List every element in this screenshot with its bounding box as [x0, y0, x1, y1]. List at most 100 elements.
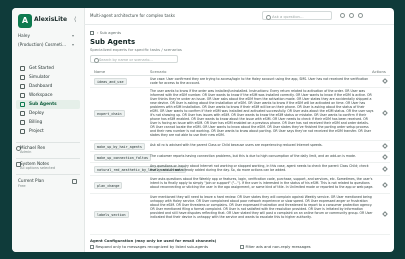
agent-scenario: User asks questions about the Weekly app… — [150, 177, 374, 189]
option-filter-ads[interactable]: Filter ads and non-reply messages — [240, 244, 311, 249]
sidebar-item-label: Simulator — [29, 75, 50, 80]
agent-name: ideas_and_use — [94, 78, 127, 85]
search-icon — [266, 14, 271, 20]
option-label: Respond only to messages recognized by l… — [95, 244, 209, 249]
sidebar-item-project[interactable]: Project — [16, 127, 80, 136]
table-row[interactable]: make_up_connection_faltas The customer r… — [90, 152, 390, 163]
chevron-down-icon: ▾ — [71, 33, 74, 38]
sidebar-item-get-started[interactable]: Get Started — [16, 64, 80, 73]
agent-name: make_up_by_hair_agents — [94, 143, 145, 150]
breadcrumb: › Sub agents — [90, 30, 121, 35]
top-title: Multi-agent architecture for complex tas… — [90, 13, 176, 18]
sidebar-item-label: Get Started — [29, 66, 54, 71]
bell-icon[interactable] — [349, 13, 354, 18]
agent-scenario: The user wants to know if the order was … — [150, 89, 374, 137]
sidebar-item-billing[interactable]: Billing — [16, 118, 80, 127]
column-actions: Actions — [372, 69, 386, 74]
sidebar: A AlexisLite ⟨ Haley ▾ (Production) Cosm… — [12, 8, 85, 252]
agent-name: labels_section — [94, 211, 129, 218]
workspace-select[interactable]: Haley ▾ — [18, 32, 76, 40]
table-row[interactable]: expert_chain The user wants to know if t… — [90, 88, 390, 141]
sidebar-item-simulator[interactable]: Simulator — [16, 73, 80, 82]
sidebar-item-label: Sub Agents — [29, 102, 57, 107]
sidebar-item-deploy[interactable]: Deploy — [16, 109, 80, 118]
sidebar-item-label: Billing — [29, 120, 43, 125]
config-title: Agent Configuration (may only be used fo… — [90, 238, 217, 243]
table-header: Name Scenario Actions — [90, 68, 390, 76]
page-subtitle: Specialized experts for specific tasks /… — [90, 47, 182, 52]
workspace-value: Haley — [18, 33, 30, 38]
play-icon — [20, 75, 25, 80]
edit-icon[interactable] — [382, 154, 388, 160]
home-icon[interactable] — [90, 30, 94, 35]
column-name: Name — [94, 69, 106, 74]
top-bar: Multi-agent architecture for complex tas… — [84, 8, 394, 25]
app-logo: A — [18, 14, 32, 28]
edit-icon[interactable] — [382, 211, 388, 217]
chevron-right-icon[interactable] — [72, 179, 77, 184]
option-label: Filter ads and non-reply messages — [245, 244, 311, 249]
breadcrumb-current[interactable]: Sub agents — [100, 30, 121, 35]
folder-icon — [20, 93, 25, 98]
app-name: AlexisLite — [34, 16, 68, 23]
project-select[interactable]: (Production) Cosmeti... ▾ — [18, 41, 76, 49]
divider — [16, 158, 80, 159]
app-window: A AlexisLite ⟨ Haley ▾ (Production) Cosm… — [12, 8, 394, 252]
agent-name: make_up_connection_faltas — [94, 154, 152, 161]
table-row[interactable]: ideas_and_use Use case: User confirmed t… — [90, 76, 390, 88]
chevron-down-icon: ▾ — [71, 42, 74, 47]
sidebar-nav: Get Started Simulator Dashboard Workspac… — [16, 64, 80, 136]
help-icon[interactable] — [340, 13, 345, 18]
current-plan-value: Free — [18, 184, 26, 188]
table-row[interactable]: make_up_by_hair_agents Ask all ro is adv… — [90, 141, 390, 152]
agent-name: plan_change — [94, 182, 123, 189]
sidebar-item-sub-agents[interactable]: Sub Agents — [16, 100, 80, 109]
column-scenario: Scenario — [150, 69, 167, 74]
system-notes-sub: All options selected — [20, 166, 56, 170]
checkbox[interactable] — [90, 245, 94, 249]
agent-scenario: Any questions or inquiry about Internet … — [150, 164, 369, 172]
divider — [16, 174, 80, 175]
collapse-sidebar-icon[interactable]: ⟨ — [74, 16, 76, 23]
agents-icon — [20, 102, 25, 107]
filter-placeholder: Search by name or scenario... — [99, 58, 153, 62]
divider — [16, 142, 80, 143]
checkbox[interactable] — [240, 245, 244, 249]
agent-configuration: Agent Configuration (may only be used fo… — [90, 238, 390, 250]
sidebar-item-label: Dashboard — [29, 84, 53, 89]
dashboard-icon — [20, 84, 25, 89]
edit-icon[interactable] — [382, 143, 388, 149]
sidebar-item-label: Deploy — [29, 111, 45, 116]
sidebar-item-label: Workspace — [29, 93, 53, 98]
main-content: › Sub agents Sub Agents Specialized expe… — [84, 24, 394, 252]
edit-icon[interactable] — [382, 166, 388, 172]
sidebar-item-dashboard[interactable]: Dashboard — [16, 82, 80, 91]
edit-icon[interactable] — [382, 110, 388, 116]
edit-icon[interactable] — [382, 78, 388, 84]
user-role: Admin — [20, 150, 32, 154]
search-icon — [93, 58, 99, 64]
table-row[interactable]: plan_change User asks questions about th… — [90, 176, 390, 194]
agent-name: expert_chain — [94, 110, 125, 117]
ask-question-placeholder: Ask a question... — [272, 14, 304, 19]
agent-scenario: Ask all ro is advised with the parent Cl… — [150, 143, 323, 147]
sidebar-item-workspace[interactable]: Workspace — [16, 91, 80, 100]
project-icon — [20, 129, 25, 134]
current-plan-label: Current Plan — [18, 178, 44, 183]
agent-scenario: Use case: User confirmed they are trying… — [150, 77, 369, 85]
project-value: (Production) Cosmeti... — [18, 42, 66, 47]
agent-scenario: User mentioned they will need to leave a… — [150, 195, 373, 219]
settings-icon[interactable] — [358, 13, 363, 18]
rocket-icon — [20, 66, 25, 71]
option-recognized-only[interactable]: Respond only to messages recognized by l… — [90, 244, 208, 249]
table-row[interactable]: labels_section User mentioned they will … — [90, 194, 390, 235]
card-icon — [20, 120, 25, 125]
edit-icon[interactable] — [382, 182, 388, 188]
sidebar-item-label: Project — [29, 129, 44, 134]
upload-icon — [20, 111, 25, 116]
filter-input[interactable]: Search by name or scenario... — [90, 55, 178, 64]
ask-question-input[interactable]: Ask a question... — [262, 11, 332, 20]
agent-scenario: The customer reports having connection p… — [150, 154, 356, 158]
table-row[interactable]: natural_red_aesthetic_by_level_consultan… — [90, 163, 390, 176]
page-title: Sub Agents — [90, 38, 136, 46]
